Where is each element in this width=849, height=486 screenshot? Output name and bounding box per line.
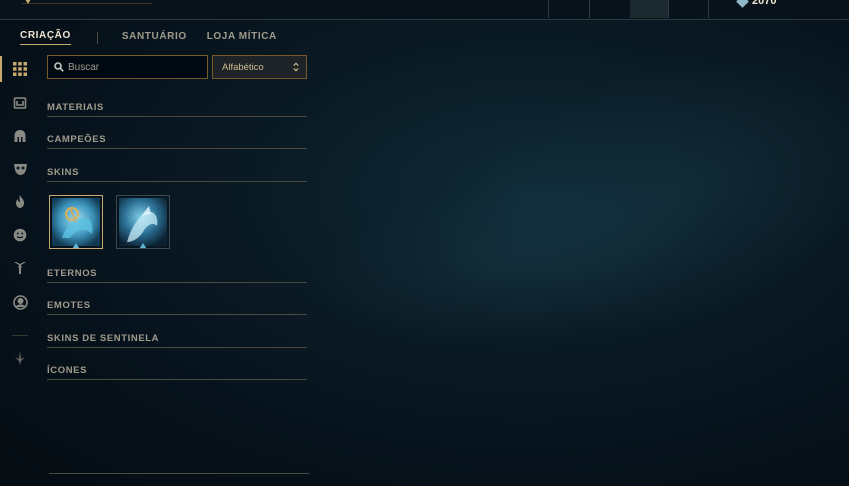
top-divider [708,0,709,18]
grid-icon [13,62,27,76]
logo-icon [22,0,34,4]
tab-loja-mitica[interactable]: LOJA MÍTICA [207,31,277,45]
filter-skins[interactable] [0,156,40,182]
filter-chests[interactable] [0,90,40,116]
section-label: SKINS [47,167,80,178]
rp-balance[interactable]: 2070 [736,0,777,8]
skin-art [119,198,167,246]
sort-selected: Alfabético [222,62,264,73]
search-icon [54,62,64,72]
section-campeoes[interactable]: CAMPEÕES [47,134,307,149]
emote-icon [13,228,27,242]
helmet-icon [14,130,26,142]
top-nav-active-item[interactable] [630,0,668,18]
section-skins-de-sentinela[interactable]: SKINS DE SENTINELA [47,333,307,348]
top-navbar: 2070 [0,0,849,20]
filter-ward-skins[interactable] [0,255,40,281]
skin-tile[interactable] [116,195,170,249]
ward-icon [14,262,26,274]
mask-icon [13,163,27,175]
profile-icon [12,294,28,310]
section-materiais[interactable]: MATERIAIS [47,102,307,117]
skin-tile[interactable] [49,195,103,249]
tab-criacao[interactable]: CRIAÇÃO [20,30,71,45]
filter-all[interactable] [0,56,40,82]
tab-santuario[interactable]: SANTUÁRIO [122,31,187,45]
section-label: CAMPEÕES [47,134,107,145]
skin-art [52,198,100,246]
search-input[interactable] [68,56,203,78]
filter-emotes[interactable] [0,222,40,248]
flame-icon [16,195,24,208]
rp-balance-value: 2070 [752,0,777,7]
section-label: EMOTES [47,300,91,311]
filter-other[interactable] [0,345,40,371]
filter-eternals[interactable] [0,189,40,215]
top-divider [548,0,549,18]
section-label: ETERNOS [47,268,98,279]
sidebar-divider [12,335,28,336]
section-emotes[interactable]: EMOTES [47,300,307,315]
background-swirl [290,151,730,369]
filter-icons[interactable] [0,289,40,315]
tab-divider [96,31,98,44]
filter-champions[interactable] [0,123,40,149]
panel-bottom-divider [49,473,309,474]
top-divider [668,0,669,18]
chest-icon [13,97,27,109]
sword-icon [15,351,25,365]
section-icones[interactable]: ÍCONES [47,365,307,380]
section-label: MATERIAIS [47,102,104,113]
rp-icon [736,0,749,8]
loot-tabs: CRIAÇÃO SANTUÁRIO LOJA MÍTICA [20,30,277,45]
logo[interactable] [22,0,152,4]
section-label: SKINS DE SENTINELA [47,333,160,344]
section-label: ÍCONES [47,365,88,376]
background-swirl [392,0,849,394]
sort-dropdown[interactable]: Alfabético [212,55,307,79]
search-box[interactable] [47,55,208,79]
section-skins[interactable]: SKINS [47,167,307,182]
chevron-updown-icon [293,62,299,72]
top-divider [589,0,590,18]
section-eternos[interactable]: ETERNOS [47,268,307,283]
